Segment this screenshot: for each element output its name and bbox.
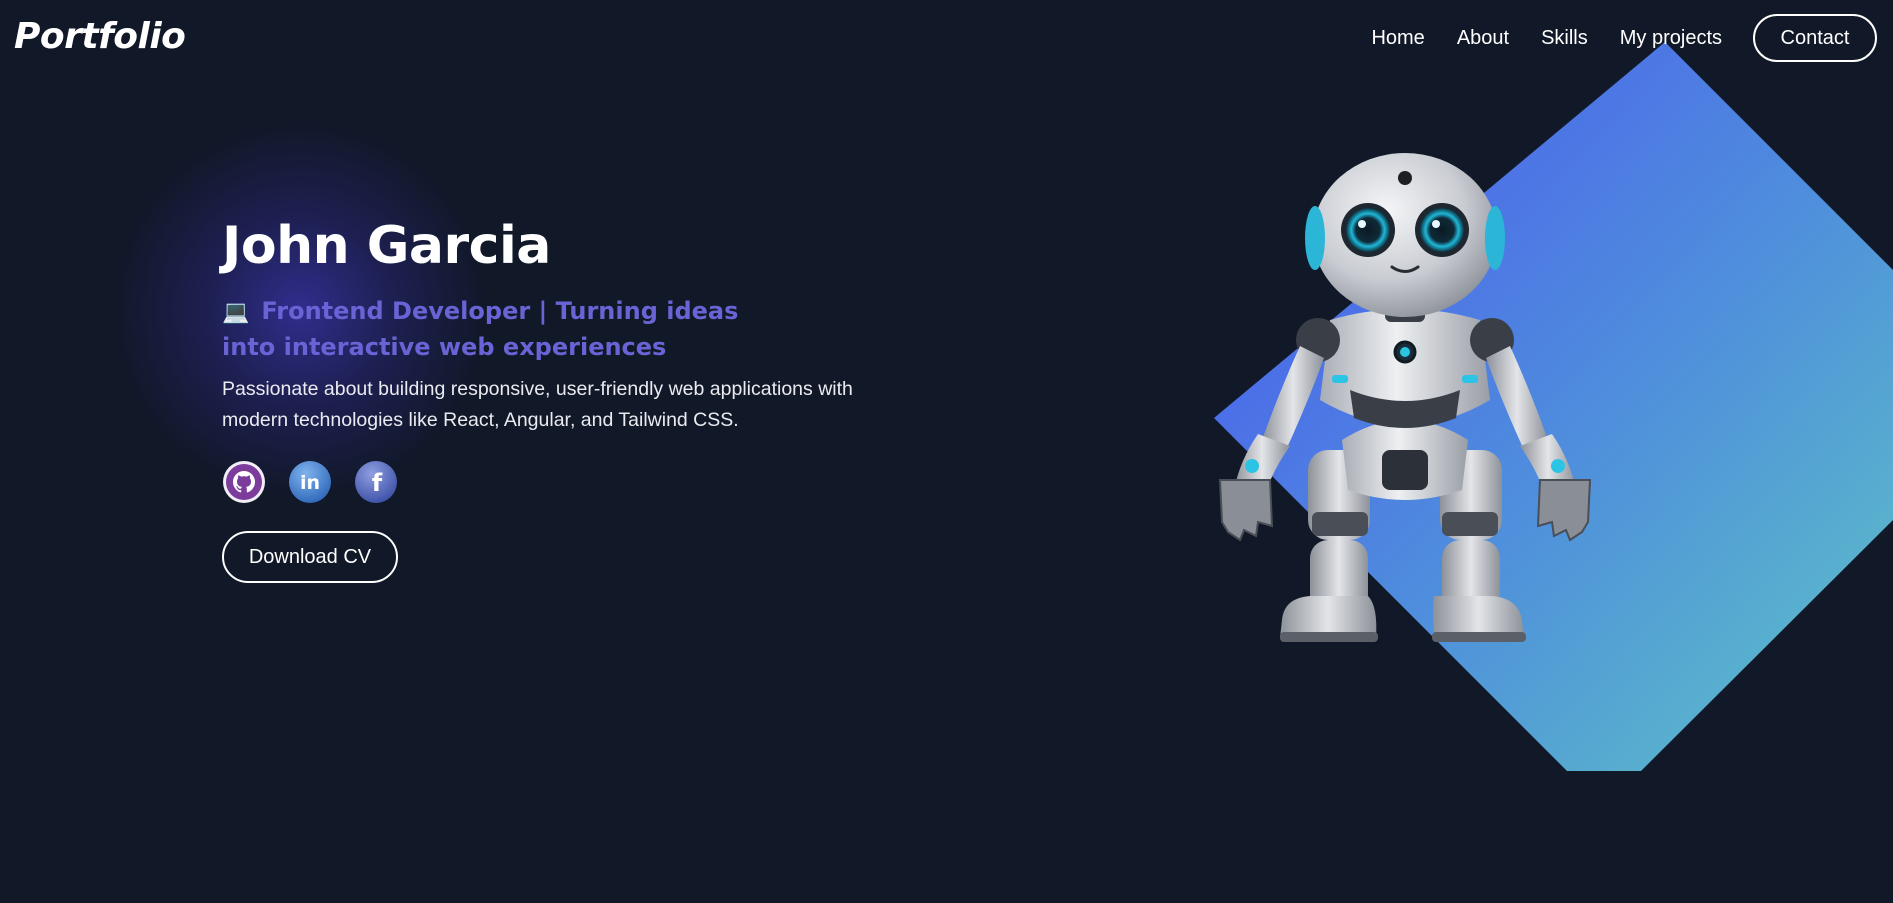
download-cv-button[interactable]: Download CV	[222, 531, 398, 583]
hero-tagline-text: Frontend Developer | Turning ideas into …	[222, 297, 739, 361]
hero-description: Passionate about building responsive, us…	[222, 378, 853, 431]
facebook-icon: f	[355, 461, 397, 503]
svg-text:in: in	[300, 472, 320, 494]
hero-section: John Garcia 💻 Frontend Developer | Turnin…	[222, 212, 922, 583]
linkedin-icon: in	[289, 461, 331, 503]
github-icon	[223, 461, 265, 503]
social-links: in f	[222, 460, 922, 504]
linkedin-link[interactable]: in	[288, 460, 332, 504]
contact-button[interactable]: Contact	[1753, 14, 1877, 62]
main-nav: Home About Skills My projects Contact	[1371, 14, 1877, 62]
robot-illustration	[1218, 153, 1592, 642]
svg-text:f: f	[372, 469, 383, 497]
portfolio-page: Portfolio Home About Skills My projects …	[0, 0, 1893, 903]
nav-link-my-projects[interactable]: My projects	[1620, 27, 1722, 50]
nav-link-skills[interactable]: Skills	[1541, 27, 1588, 50]
laptop-icon: 💻	[222, 300, 250, 325]
facebook-link[interactable]: f	[354, 460, 398, 504]
github-link[interactable]	[222, 460, 266, 504]
hero-tagline: 💻 Frontend Developer | Turning ideas into…	[222, 294, 782, 365]
site-logo[interactable]: Portfolio	[14, 16, 186, 57]
nav-link-home[interactable]: Home	[1371, 27, 1424, 50]
hero-name: John Garcia	[222, 216, 551, 276]
nav-link-about[interactable]: About	[1457, 27, 1509, 50]
